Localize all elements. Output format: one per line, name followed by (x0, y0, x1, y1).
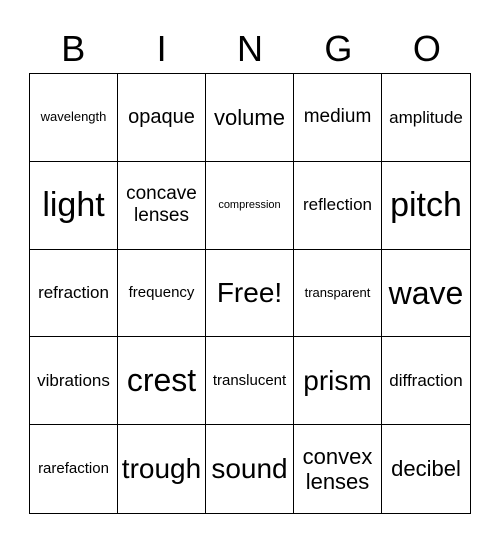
bingo-cell[interactable]: frequency (118, 249, 206, 338)
header-letter-n: N (237, 28, 264, 69)
bingo-cell[interactable]: convex lenses (294, 425, 382, 513)
bingo-cell[interactable]: prism (294, 337, 382, 426)
bingo-cell[interactable]: wave (382, 250, 470, 338)
bingo-cell[interactable]: refraction (30, 249, 118, 338)
header-letter-o: O (412, 28, 441, 69)
bingo-cell[interactable]: opaque (118, 74, 206, 162)
bingo-cell[interactable]: translucent (206, 337, 294, 426)
header-letter-b: B (61, 28, 86, 69)
header-letter-g: G (324, 28, 353, 69)
bingo-cell[interactable]: trough (118, 425, 206, 513)
bingo-cell[interactable]: vibrations (30, 337, 118, 426)
bingo-cell[interactable]: sound (206, 425, 294, 513)
bingo-grid: wavelength opaque volume medium amplitud… (29, 73, 471, 514)
bingo-cell[interactable]: amplitude (382, 74, 470, 162)
bingo-cell[interactable]: light (30, 161, 118, 250)
bingo-cell[interactable]: transparent (294, 249, 382, 338)
bingo-cell[interactable]: reflection (294, 161, 382, 250)
bingo-cell[interactable]: rarefaction (30, 425, 118, 513)
bingo-cell[interactable]: diffraction (382, 337, 470, 426)
bingo-cell[interactable]: concave lenses (118, 161, 206, 250)
bingo-cell[interactable]: pitch (382, 162, 470, 250)
bingo-cell[interactable]: volume (206, 74, 294, 162)
bingo-cell[interactable]: compression (206, 161, 294, 250)
free-space-cell[interactable]: Free! (206, 249, 294, 338)
bingo-cell[interactable]: medium (294, 74, 382, 162)
bingo-cell[interactable]: crest (118, 337, 206, 426)
bingo-header: B I N G O (29, 26, 471, 72)
bingo-cell[interactable]: wavelength (30, 74, 118, 162)
header-letter-i: I (156, 28, 167, 69)
bingo-cell[interactable]: decibel (382, 425, 470, 513)
